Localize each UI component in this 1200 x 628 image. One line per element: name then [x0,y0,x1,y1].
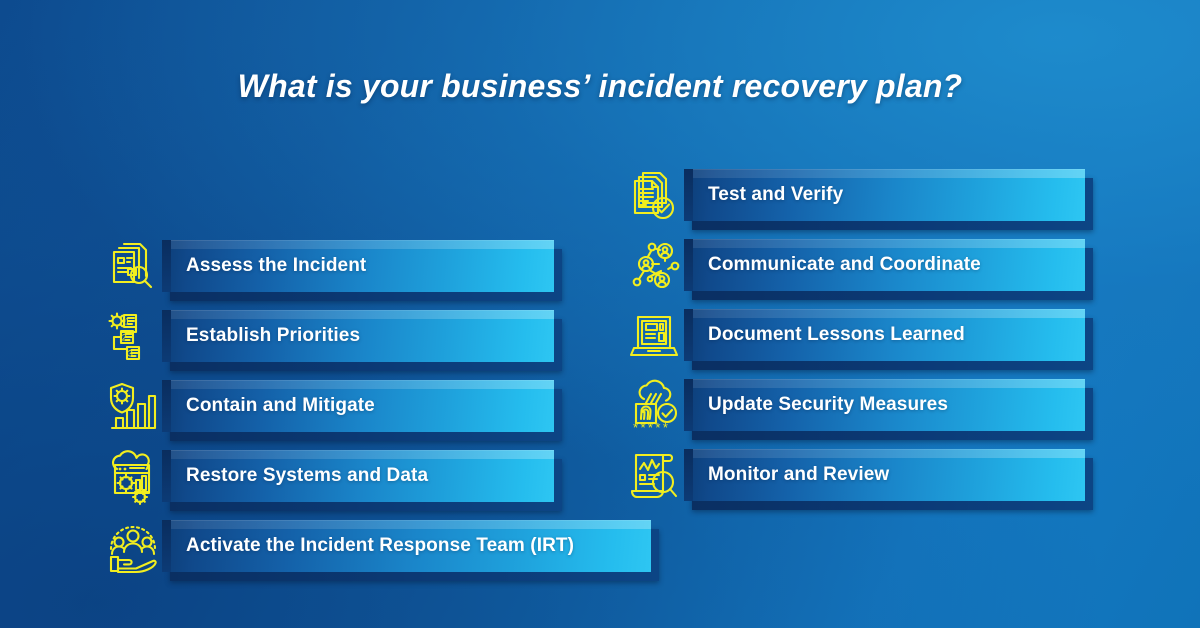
step-label: Restore Systems and Data [186,465,429,486]
step-bar-holder: Update Security Measures [684,379,1095,440]
step-bar-monitor-and-review[interactable]: Monitor and Review [684,449,1085,501]
svg-text:1: 1 [125,316,130,326]
document-search-icon [104,240,162,298]
laptop-document-icon [626,309,684,367]
infographic-canvas: What is your business’ incident recovery… [0,0,1200,628]
documents-check-icon [626,169,684,227]
step-label: Contain and Mitigate [186,395,375,416]
step-item[interactable]: Test and Verify [626,169,1095,239]
step-item[interactable]: Monitor and Review [626,449,1095,519]
step-bar-update-security-measures[interactable]: Update Security Measures [684,379,1085,431]
cloud-restore-gears-icon [104,450,162,508]
step-label: Activate the Incident Response Team (IRT… [186,535,575,556]
people-network-icon [626,239,684,297]
step-bar-holder: Establish Priorities [162,310,564,371]
step-item[interactable]: Activate the Incident Response Team (IRT… [104,520,661,590]
step-bar-holder: Assess the Incident [162,240,564,301]
step-bar-holder: Restore Systems and Data [162,450,564,511]
step-item[interactable]: Assess the Incident [104,240,661,310]
step-bar-holder: Document Lessons Learned [684,309,1095,370]
hand-team-icon [104,520,162,578]
step-bar-holder: Contain and Mitigate [162,380,564,441]
step-label: Document Lessons Learned [708,324,965,345]
report-magnifier-icon [626,449,684,507]
step-label: Test and Verify [708,184,844,205]
step-bar-assess-the-incident[interactable]: Assess the Incident [162,240,554,292]
step-bar-holder: Communicate and Coordinate [684,239,1095,300]
step-label: Communicate and Coordinate [708,254,981,275]
left-column: Assess the Incident 1 2 3 Establish Prio… [104,240,661,590]
cloud-fingerprint-icon: ***** [626,379,684,437]
svg-text:2: 2 [122,332,127,342]
right-column: Test and Verify Communicate and Coordina… [626,169,1095,519]
page-title: What is your business’ incident recovery… [237,68,963,104]
step-bar-contain-and-mitigate[interactable]: Contain and Mitigate [162,380,554,432]
step-bar-holder: Activate the Incident Response Team (IRT… [162,520,661,581]
step-item[interactable]: ***** Update Security Measures [626,379,1095,449]
step-item[interactable]: Document Lessons Learned [626,309,1095,379]
shield-gear-chart-icon [104,380,162,438]
step-bar-document-lessons-learned[interactable]: Document Lessons Learned [684,309,1085,361]
step-bar-test-and-verify[interactable]: Test and Verify [684,169,1085,221]
step-label: Establish Priorities [186,325,361,346]
step-label: Update Security Measures [708,394,948,415]
step-bar-communicate-and-coordinate[interactable]: Communicate and Coordinate [684,239,1085,291]
step-item[interactable]: Restore Systems and Data [104,450,661,520]
step-bar-restore-systems-and-data[interactable]: Restore Systems and Data [162,450,554,502]
step-label: Monitor and Review [708,464,890,485]
step-item[interactable]: Communicate and Coordinate [626,239,1095,309]
step-label: Assess the Incident [186,255,367,276]
step-item[interactable]: Contain and Mitigate [104,380,661,450]
step-bar-activate-the-incident-response-team-irt[interactable]: Activate the Incident Response Team (IRT… [162,520,651,572]
svg-text:3: 3 [128,348,133,358]
svg-text:*****: ***** [633,420,670,435]
step-item[interactable]: 1 2 3 Establish Priorities [104,310,661,380]
step-bar-holder: Monitor and Review [684,449,1095,510]
step-bar-establish-priorities[interactable]: Establish Priorities [162,310,554,362]
step-bar-holder: Test and Verify [684,169,1095,230]
gear-numbered-list-icon: 1 2 3 [104,310,162,368]
